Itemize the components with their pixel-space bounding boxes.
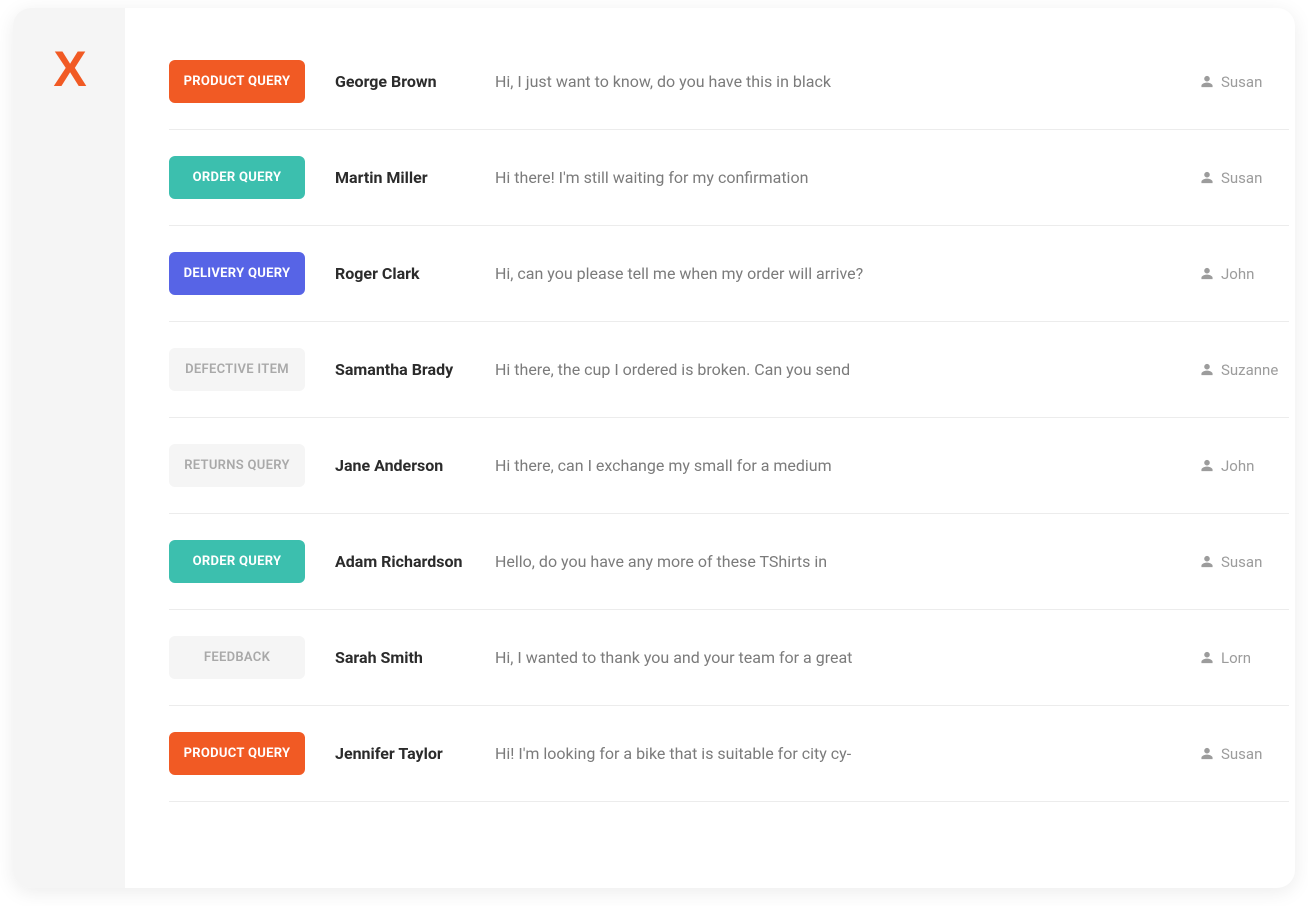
ticket-preview: Hi! I'm looking for a bike that is suita… [495, 744, 1201, 763]
ticket-assignee: Susan [1201, 745, 1289, 763]
assignee-name: Susan [1221, 553, 1262, 571]
assignee-name: Susan [1221, 73, 1262, 91]
person-icon [1201, 555, 1213, 568]
ticket-tag[interactable]: DEFECTIVE ITEM [169, 348, 305, 391]
person-icon [1201, 651, 1213, 664]
ticket-assignee: Susan [1201, 169, 1289, 187]
assignee-name: John [1221, 457, 1254, 475]
ticket-row[interactable]: PRODUCT QUERY Jennifer TaylorHi! I'm look… [169, 706, 1289, 802]
ticket-row[interactable]: DEFECTIVE ITEM Samantha BradyHi there, th… [169, 322, 1289, 418]
ticket-customer: Sarah Smith [335, 648, 495, 667]
person-icon [1201, 267, 1213, 280]
sidebar: X [13, 8, 125, 888]
ticket-preview: Hi there, can I exchange my small for a … [495, 456, 1201, 475]
assignee-name: Lorn [1221, 649, 1251, 667]
ticket-row[interactable]: DELIVERY QUERY Roger ClarkHi, can you ple… [169, 226, 1289, 322]
ticket-customer: Roger Clark [335, 264, 495, 283]
ticket-customer: George Brown [335, 72, 495, 91]
ticket-row[interactable]: ORDER QUERY Martin MillerHi there! I'm st… [169, 130, 1289, 226]
ticket-preview: Hi, I wanted to thank you and your team … [495, 648, 1201, 667]
ticket-customer: Jane Anderson [335, 456, 495, 475]
ticket-tag[interactable]: DELIVERY QUERY [169, 252, 305, 295]
person-icon [1201, 171, 1213, 184]
ticket-preview: Hi, I just want to know, do you have thi… [495, 72, 1201, 91]
ticket-row[interactable]: ORDER QUERY Adam RichardsonHello, do you … [169, 514, 1289, 610]
ticket-row[interactable]: FEEDBACK Sarah SmithHi, I wanted to thank… [169, 610, 1289, 706]
ticket-assignee: Suzanne [1201, 361, 1289, 379]
ticket-tag[interactable]: RETURNS QUERY [169, 444, 305, 487]
person-icon [1201, 75, 1213, 88]
ticket-assignee: Lorn [1201, 649, 1289, 667]
assignee-name: Susan [1221, 169, 1262, 187]
person-icon [1201, 363, 1213, 376]
ticket-assignee: Susan [1201, 553, 1289, 571]
ticket-preview: Hi there, the cup I ordered is broken. C… [495, 360, 1201, 379]
ticket-tag[interactable]: PRODUCT QUERY [169, 732, 305, 775]
ticket-assignee: John [1201, 265, 1289, 283]
ticket-tag[interactable]: ORDER QUERY [169, 156, 305, 199]
assignee-name: John [1221, 265, 1254, 283]
ticket-tag[interactable]: PRODUCT QUERY [169, 60, 305, 103]
ticket-row[interactable]: RETURNS QUERY Jane AndersonHi there, can … [169, 418, 1289, 514]
ticket-list: PRODUCT QUERY George BrownHi, I just want… [125, 48, 1295, 802]
ticket-customer: Jennifer Taylor [335, 744, 495, 763]
ticket-assignee: Susan [1201, 73, 1289, 91]
assignee-name: Suzanne [1221, 361, 1278, 379]
ticket-tag[interactable]: FEEDBACK [169, 636, 305, 679]
app-frame: X PRODUCT QUERY George BrownHi, I just wa… [13, 8, 1295, 888]
ticket-preview: Hello, do you have any more of these TSh… [495, 552, 1201, 571]
ticket-row[interactable]: PRODUCT QUERY George BrownHi, I just want… [169, 48, 1289, 130]
ticket-customer: Adam Richardson [335, 552, 495, 571]
ticket-customer: Samantha Brady [335, 360, 495, 379]
ticket-preview: Hi, can you please tell me when my order… [495, 264, 1201, 283]
brand-logo: X [53, 44, 84, 94]
person-icon [1201, 459, 1213, 472]
assignee-name: Susan [1221, 745, 1262, 763]
ticket-tag[interactable]: ORDER QUERY [169, 540, 305, 583]
ticket-customer: Martin Miller [335, 168, 495, 187]
person-icon [1201, 747, 1213, 760]
ticket-assignee: John [1201, 457, 1289, 475]
ticket-preview: Hi there! I'm still waiting for my confi… [495, 168, 1201, 187]
main-content: PRODUCT QUERY George BrownHi, I just want… [125, 8, 1295, 888]
